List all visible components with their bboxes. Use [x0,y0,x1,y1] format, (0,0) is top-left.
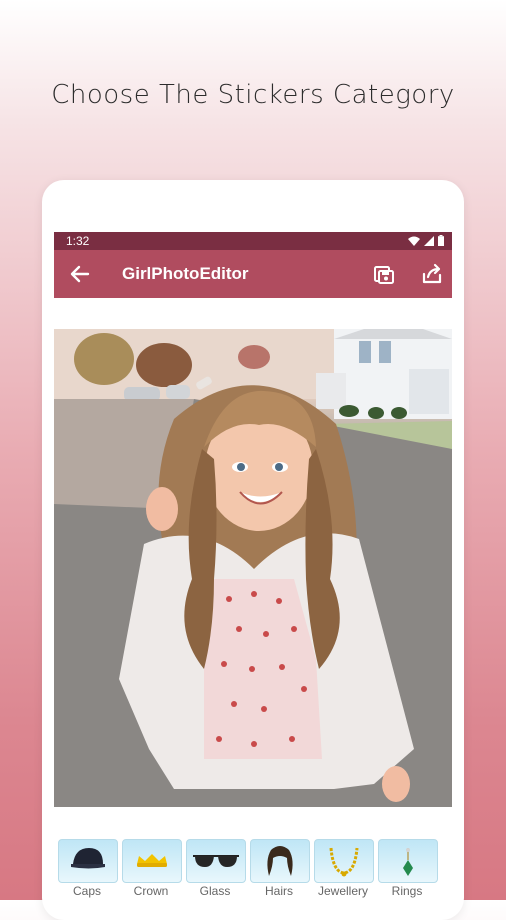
promo-headline: Choose The Stickers Category [51,80,455,110]
category-label: Jewellery [317,884,368,898]
category-hairs[interactable]: Hairs [250,837,310,900]
category-label: Hairs [264,884,293,898]
category-glass-tile[interactable] [186,839,246,883]
category-label: Rings [391,884,423,898]
status-icons [408,235,444,246]
category-hairs-tile[interactable] [250,839,310,883]
sunglasses-icon [193,855,239,867]
category-crown[interactable]: Crown [122,837,182,900]
ring-icon [403,848,413,876]
cap-icon [71,848,105,869]
category-jewellery[interactable]: Jewellery [314,837,374,900]
sticker-category-bar: Caps Crown Glass Hairs Jewellery Rings [54,837,452,900]
category-label: Crown [133,884,169,898]
category-crown-tile[interactable] [122,839,182,883]
save-icon[interactable] [372,262,396,286]
app-bar: GirlPhotoEditor [54,250,452,298]
category-glass[interactable]: Glass [186,837,246,900]
status-bar: 1:32 [54,232,452,250]
share-icon[interactable] [420,262,444,286]
necklace-icon [329,847,359,877]
category-label: Glass [199,884,231,898]
category-caps[interactable]: Caps [58,837,118,900]
photo-canvas[interactable] [54,329,452,807]
signal-icon [424,235,434,246]
category-rings-tile[interactable] [378,839,438,883]
crown-icon [137,854,167,867]
category-jewellery-tile[interactable] [314,839,374,883]
category-caps-tile[interactable] [58,839,118,883]
app-screen: 1:32 GirlPhotoEditor Caps Crown Glass Ha… [54,232,452,900]
category-rings[interactable]: Rings [378,837,438,900]
app-title: GirlPhotoEditor [122,264,249,283]
hair-icon [267,846,293,876]
wifi-icon [408,236,420,246]
battery-icon [438,235,444,246]
arrow-left-icon[interactable] [68,262,92,286]
girl-photo [54,329,452,807]
status-time: 1:32 [66,234,90,248]
category-label: Caps [72,884,101,898]
